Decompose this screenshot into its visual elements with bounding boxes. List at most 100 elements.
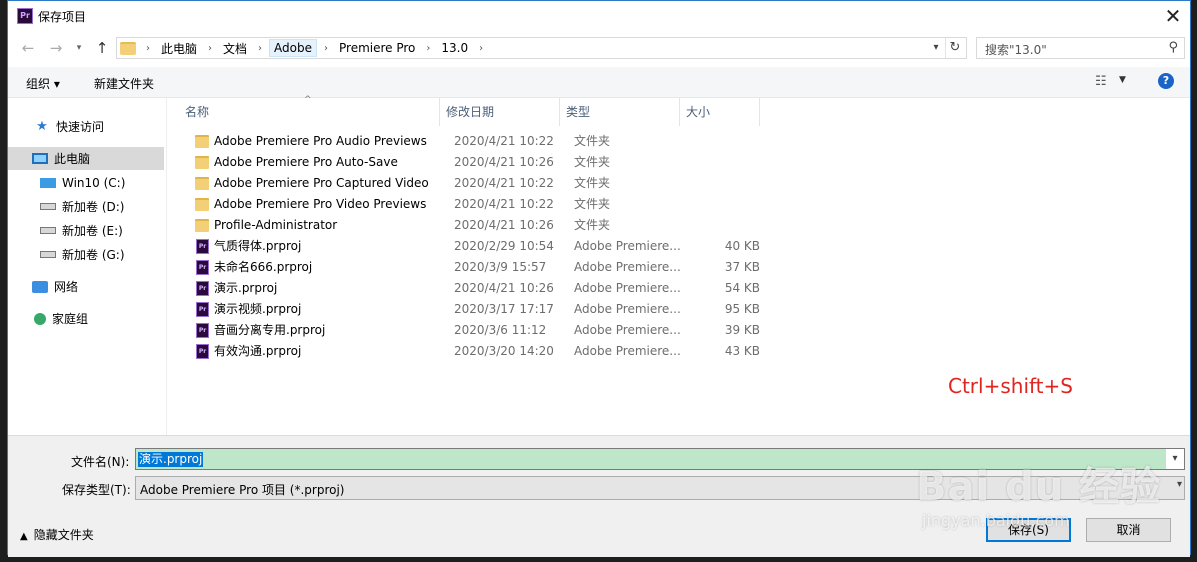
file-date: 2020/4/21 10:22 [454,197,554,211]
sidebar-item-drive-c[interactable]: Win10 (C:) [8,171,164,194]
sidebar-item-label: 新加卷 (G:) [62,248,125,262]
file-row[interactable]: Adobe Premiere Pro Audio Previews 2020/4/… [183,131,783,152]
organize-button[interactable]: 组织 ▾ [26,75,60,92]
recent-chevron-icon[interactable]: ▾ [69,38,89,58]
search-icon[interactable]: ⚲ [1168,40,1178,55]
breadcrumb-separator-icon[interactable]: › [419,43,437,54]
sidebar-item-label: Win10 (C:) [62,175,126,190]
sidebar-item-drive-d[interactable]: 新加卷 (D:) [8,195,164,218]
sidebar-item-label: 网络 [54,280,79,294]
search-placeholder: 搜索"13.0" [985,43,1047,57]
file-size: 43 KB [724,344,760,358]
search-input[interactable]: 搜索"13.0" ⚲ [976,37,1185,59]
computer-icon [32,153,48,164]
sidebar-item-homegroup[interactable]: 家庭组 [8,307,164,330]
premiere-file-icon: Pr [196,323,209,338]
file-date: 2020/3/6 11:12 [454,323,547,337]
filetype-label: 保存类型(T): [62,483,131,497]
file-type: 文件夹 [574,197,611,211]
sidebar-item-quick-access[interactable]: ★ 快速访问 [8,115,164,138]
sidebar-item-drive-g[interactable]: 新加卷 (G:) [8,243,164,266]
file-name: 演示视频.prproj [214,302,302,316]
help-icon[interactable]: ? [1158,73,1174,89]
filename-value[interactable]: 演示.prproj [138,452,204,467]
file-date: 2020/2/29 10:54 [454,239,554,253]
file-type: Adobe Premiere... [574,281,681,295]
sidebar-item-drive-e[interactable]: 新加卷 (E:) [8,219,164,242]
refresh-icon[interactable]: ↻ [945,38,964,58]
file-type: Adobe Premiere... [574,344,681,358]
column-header-date[interactable]: 修改日期 [440,98,560,126]
file-size: 37 KB [724,260,760,274]
file-row[interactable]: Pr 音画分离专用.prproj 2020/3/6 11:12 Adobe Premi… [183,320,783,341]
new-folder-button[interactable]: 新建文件夹 [94,75,154,92]
cancel-button[interactable]: 取消 [1086,518,1171,542]
view-options-icon[interactable]: ☷ [1095,74,1107,89]
premiere-file-icon: Pr [196,281,209,296]
file-type: Adobe Premiere... [574,260,681,274]
breadcrumb-separator-icon[interactable]: › [201,43,219,54]
file-date: 2020/4/21 10:26 [454,281,554,295]
file-type: 文件夹 [574,155,611,169]
file-row[interactable]: Pr 演示视频.prproj 2020/3/17 17:17 Adobe Premie… [183,299,783,320]
homegroup-icon [34,312,46,325]
file-row[interactable]: Pr 气质得体.prproj 2020/2/29 10:54 Adobe Premie… [183,236,783,257]
folder-icon [195,135,209,148]
file-name: 未命名666.prproj [214,260,313,274]
file-row[interactable]: Adobe Premiere Pro Captured Video 2020/4/… [183,173,783,194]
file-date: 2020/4/21 10:22 [454,134,554,148]
folder-icon [195,177,209,190]
file-name: Adobe Premiere Pro Captured Video [214,176,429,190]
premiere-file-icon: Pr [196,302,209,317]
breadcrumb-item[interactable]: 13.0 [437,39,472,57]
address-bar[interactable]: › 此电脑 › 文档 › Adobe › Premiere Pro › 13.0… [116,37,967,59]
breadcrumb-separator-icon[interactable]: › [251,43,269,54]
file-row[interactable]: Pr 有效沟通.prproj 2020/3/20 14:20 Adobe Premie… [183,341,783,362]
close-icon[interactable]: ✕ [1160,3,1186,29]
chevron-down-icon[interactable]: ▾ [928,38,944,58]
filename-label: 文件名(N): [71,455,130,469]
chevron-down-icon[interactable]: ▾ [1177,479,1182,490]
breadcrumb: › 此电脑 › 文档 › Adobe › Premiere Pro › 13.0… [139,38,490,58]
breadcrumb-item[interactable]: 文档 [219,38,251,59]
watermark-logo: Bai du 经验 [916,464,1162,510]
forward-icon[interactable]: → [46,38,66,58]
column-header-name[interactable]: 名称 [179,98,440,126]
file-date: 2020/3/9 15:57 [454,260,547,274]
sidebar-item-this-pc[interactable]: 此电脑 [8,147,164,170]
premiere-file-icon: Pr [196,260,209,275]
breadcrumb-separator-icon[interactable]: › [317,43,335,54]
breadcrumb-item[interactable]: 此电脑 [157,38,201,59]
chevron-down-icon[interactable]: ▾ [1166,449,1184,469]
chevron-down-icon[interactable]: ▼ [1119,75,1126,85]
file-row[interactable]: Adobe Premiere Pro Auto-Save 2020/4/21 10… [183,152,783,173]
sidebar-item-label: 新加卷 (D:) [62,200,125,214]
hide-folders-label: 隐藏文件夹 [33,528,94,542]
column-header-size[interactable]: 大小 [680,98,760,126]
file-name: Profile-Administrator [214,218,338,232]
dialog-title: 保存项目 [38,10,87,24]
file-date: 2020/4/21 10:26 [454,155,554,169]
drive-icon [40,251,56,258]
file-list: ^ 名称 修改日期 类型 大小 Adobe Premiere Pro Audio… [167,95,1191,435]
file-row[interactable]: Adobe Premiere Pro Video Previews 2020/4/… [183,194,783,215]
file-type: Adobe Premiere... [574,239,681,253]
navigation-bar: ← → ▾ ↑ › 此电脑 › 文档 › Adobe › Premiere Pr… [8,35,1190,61]
breadcrumb-item[interactable]: Premiere Pro [335,39,419,57]
file-date: 2020/3/17 17:17 [454,302,554,316]
up-icon[interactable]: ↑ [92,38,112,58]
file-date: 2020/4/21 10:26 [454,218,554,232]
file-type: Adobe Premiere... [574,302,681,316]
breadcrumb-separator-icon[interactable]: › [472,43,490,54]
column-header-type[interactable]: 类型 [560,98,680,126]
file-row[interactable]: Profile-Administrator 2020/4/21 10:26 文件夹 [183,215,783,236]
file-type: 文件夹 [574,134,611,148]
folder-icon [195,156,209,169]
file-row[interactable]: Pr 未命名666.prproj 2020/3/9 15:57 Adobe Premi… [183,257,783,278]
folder-icon [120,42,136,55]
file-row[interactable]: Pr 演示.prproj 2020/4/21 10:26 Adobe Premiere… [183,278,783,299]
breadcrumb-item[interactable]: Adobe [269,39,317,57]
back-icon[interactable]: ← [18,38,38,58]
sidebar-item-network[interactable]: 网络 [8,275,164,298]
hide-folders-toggle[interactable]: ▲ 隐藏文件夹 [20,526,94,543]
